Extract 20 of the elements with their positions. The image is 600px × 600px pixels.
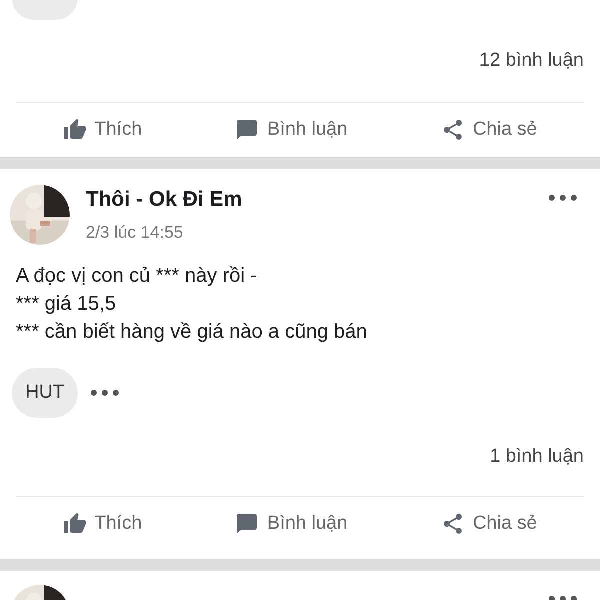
action-button[interactable]: Chia sẻ	[440, 510, 538, 538]
more-icon[interactable]	[90, 389, 120, 397]
post-text: A đọc vị con củ *** này rồi -	[16, 264, 258, 289]
action-button[interactable]: Thích	[62, 116, 142, 144]
thumbs-up-icon	[62, 118, 87, 142]
action-button[interactable]: Bình luận	[235, 510, 348, 538]
speech-bubble-icon	[235, 118, 260, 142]
thumbs-up-icon	[62, 512, 87, 536]
author-name[interactable]: Thôi - Ok Đi Em	[86, 184, 532, 216]
post-time: 2/3 lúc 14:55	[86, 222, 184, 244]
reaction-chip[interactable]: HUT	[12, 368, 78, 418]
action-button[interactable]: Thích	[62, 510, 142, 538]
speech-bubble-icon	[235, 512, 260, 536]
post-text: *** giá 15,5	[16, 292, 118, 317]
action-button[interactable]: Bình luận	[235, 116, 348, 144]
comment-count[interactable]: 1 bình luận	[490, 442, 584, 472]
more-icon[interactable]	[548, 194, 578, 202]
action-button[interactable]: Chia sẻ	[440, 116, 538, 144]
comment-count[interactable]: 12 bình luận	[479, 46, 584, 76]
post-text: *** cần biết hàng về giá nào a cũng bán	[16, 320, 368, 345]
